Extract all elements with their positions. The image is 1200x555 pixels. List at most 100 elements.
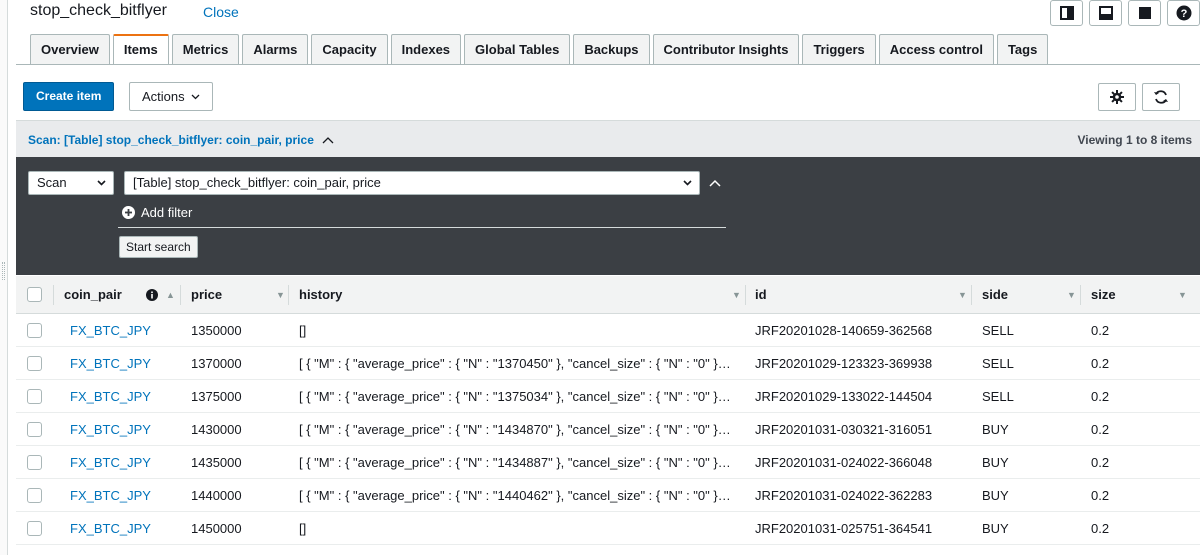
- table-row[interactable]: FX_BTC_JPY 1450000 [] JRF20201031-025751-36…: [16, 512, 1200, 545]
- start-search-button[interactable]: Start search: [119, 236, 198, 258]
- cell-id: JRF20201031-024022-362283: [755, 488, 933, 503]
- column-divider: [288, 285, 289, 305]
- scan-mode-select[interactable]: Scan: [28, 171, 114, 195]
- cell-side: BUY: [982, 422, 1009, 437]
- row-checkbox[interactable]: [27, 521, 42, 536]
- cell-size: 0.2: [1091, 455, 1110, 470]
- table-index-value: [Table] stop_check_bitflyer: coin_pair, …: [133, 175, 381, 190]
- table-row[interactable]: FX_BTC_JPY 1370000 [ { "M" : { "average_pr…: [16, 347, 1200, 380]
- chevron-down-icon: [191, 94, 200, 99]
- column-header-price[interactable]: price: [191, 276, 222, 314]
- close-link[interactable]: Close: [203, 4, 239, 20]
- plus-circle-icon: [122, 206, 135, 219]
- cell-coin-pair[interactable]: FX_BTC_JPY: [70, 413, 180, 446]
- info-icon[interactable]: [146, 289, 158, 304]
- split-right-view-button[interactable]: [1050, 0, 1083, 26]
- cell-side: BUY: [982, 488, 1009, 503]
- cell-id: JRF20201029-123323-369938: [755, 356, 933, 371]
- chevron-down-icon: [97, 172, 106, 203]
- select-all-checkbox[interactable]: [27, 287, 42, 302]
- cell-side: SELL: [982, 356, 1014, 371]
- cell-coin-pair[interactable]: FX_BTC_JPY: [70, 479, 180, 512]
- table-body: FX_BTC_JPY 1350000 [] JRF20201028-140659-36…: [16, 314, 1200, 545]
- refresh-icon: [1154, 90, 1168, 104]
- scan-query-panel: Scan [Table] stop_check_bitflyer: coin_p…: [16, 157, 1200, 275]
- add-filter-button[interactable]: Add filter: [122, 205, 192, 220]
- cell-id: JRF20201031-025751-364541: [755, 521, 933, 536]
- refresh-button[interactable]: [1142, 83, 1180, 111]
- cell-size: 0.2: [1091, 323, 1110, 338]
- tab-backups[interactable]: Backups: [573, 34, 650, 64]
- sort-caret-icon[interactable]: ▼: [732, 276, 741, 314]
- tab-global-tables[interactable]: Global Tables: [464, 34, 571, 64]
- row-checkbox[interactable]: [27, 356, 42, 371]
- tab-overview[interactable]: Overview: [30, 34, 110, 64]
- left-resize-rail[interactable]: [0, 0, 8, 555]
- actions-dropdown-button[interactable]: Actions: [129, 82, 213, 111]
- table-row[interactable]: FX_BTC_JPY 1350000 [] JRF20201028-140659-36…: [16, 314, 1200, 347]
- table-row[interactable]: FX_BTC_JPY 1430000 [ { "M" : { "average_pr…: [16, 413, 1200, 446]
- svg-text:?: ?: [1180, 8, 1187, 20]
- tab-access-control[interactable]: Access control: [878, 34, 994, 64]
- sort-caret-icon[interactable]: ▼: [958, 276, 967, 314]
- collapse-panel-button[interactable]: [709, 175, 721, 190]
- table-index-select[interactable]: [Table] stop_check_bitflyer: coin_pair, …: [124, 171, 700, 195]
- column-header-history[interactable]: history: [299, 276, 342, 314]
- sort-ascending-icon[interactable]: ▲: [166, 276, 175, 314]
- tab-items[interactable]: Items: [112, 34, 169, 65]
- cell-id: JRF20201031-030321-316051: [755, 422, 933, 437]
- settings-button[interactable]: [1098, 83, 1136, 111]
- row-checkbox[interactable]: [27, 389, 42, 404]
- tab-bar: Overview Items Metrics Alarms Capacity I…: [30, 34, 1049, 65]
- title-bar: stop_check_bitflyer Close ?: [8, 0, 1200, 30]
- full-view-icon: [1138, 7, 1151, 19]
- split-bottom-view-button[interactable]: [1089, 0, 1122, 26]
- split-bottom-icon: [1098, 6, 1113, 20]
- table-name: stop_check_bitflyer: [30, 2, 167, 19]
- create-item-button[interactable]: Create item: [23, 82, 115, 111]
- cell-size: 0.2: [1091, 356, 1110, 371]
- tab-capacity[interactable]: Capacity: [311, 34, 388, 64]
- tab-contributor-insights[interactable]: Contributor Insights: [652, 34, 800, 64]
- row-checkbox[interactable]: [27, 422, 42, 437]
- tab-indexes[interactable]: Indexes: [390, 34, 462, 64]
- actions-label: Actions: [142, 89, 185, 104]
- column-header-side[interactable]: side: [982, 276, 1008, 314]
- cell-size: 0.2: [1091, 488, 1110, 503]
- cell-size: 0.2: [1091, 422, 1110, 437]
- cell-price: 1350000: [191, 323, 242, 338]
- cell-coin-pair[interactable]: FX_BTC_JPY: [70, 314, 180, 347]
- table-row[interactable]: FX_BTC_JPY 1435000 [ { "M" : { "average_pr…: [16, 446, 1200, 479]
- cell-coin-pair[interactable]: FX_BTC_JPY: [70, 380, 180, 413]
- tab-divider: [16, 64, 1200, 65]
- cell-coin-pair[interactable]: FX_BTC_JPY: [70, 512, 180, 545]
- tab-triggers[interactable]: Triggers: [802, 34, 876, 64]
- table-row[interactable]: FX_BTC_JPY 1440000 [ { "M" : { "average_pr…: [16, 479, 1200, 512]
- row-checkbox[interactable]: [27, 488, 42, 503]
- cell-coin-pair[interactable]: FX_BTC_JPY: [70, 446, 180, 479]
- column-divider: [180, 285, 181, 305]
- sort-caret-icon[interactable]: ▼: [1067, 276, 1076, 314]
- tab-alarms[interactable]: Alarms: [242, 34, 309, 64]
- table-row[interactable]: FX_BTC_JPY 1375000 [ { "M" : { "average_pr…: [16, 380, 1200, 413]
- full-view-button[interactable]: [1128, 0, 1161, 26]
- help-icon: ?: [1176, 5, 1191, 21]
- gear-icon: [1110, 90, 1124, 104]
- tab-tags[interactable]: Tags: [996, 34, 1049, 64]
- drag-handle-icon[interactable]: [2, 262, 5, 280]
- tab-metrics[interactable]: Metrics: [171, 34, 240, 64]
- cell-coin-pair[interactable]: FX_BTC_JPY: [70, 347, 180, 380]
- cell-history: [ { "M" : { "average_price" : { "N" : "1…: [299, 455, 731, 470]
- column-header-size[interactable]: size: [1091, 276, 1116, 314]
- split-right-icon: [1059, 6, 1074, 20]
- sort-caret-icon[interactable]: ▼: [276, 276, 285, 314]
- row-checkbox[interactable]: [27, 323, 42, 338]
- column-header-coin-pair[interactable]: coin_pair: [64, 276, 122, 314]
- sort-caret-icon[interactable]: ▼: [1178, 276, 1187, 314]
- column-header-id[interactable]: id: [755, 276, 767, 314]
- scan-summary-toggle[interactable]: Scan: [Table] stop_check_bitflyer: coin_…: [28, 133, 334, 147]
- cell-price: 1430000: [191, 422, 242, 437]
- row-checkbox[interactable]: [27, 455, 42, 470]
- cell-price: 1440000: [191, 488, 242, 503]
- help-button[interactable]: ?: [1167, 0, 1200, 26]
